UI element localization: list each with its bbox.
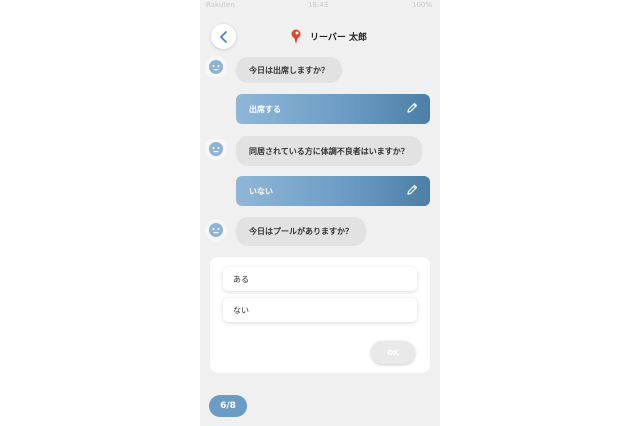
- answer-bubble-1[interactable]: 出席する: [236, 94, 430, 124]
- carrier-label: Rakuten: [206, 1, 235, 9]
- bot-avatar: [205, 138, 227, 160]
- answer-label-2: いない: [249, 186, 273, 196]
- question-bubble-3: 今日はプールがありますか？: [236, 217, 366, 246]
- answer-label-1: 出席する: [249, 104, 281, 114]
- question-bubble-1: 今日は出席しますか？: [236, 57, 342, 83]
- bot-avatar: [205, 219, 227, 241]
- bot-avatar: [205, 56, 227, 78]
- option-aru[interactable]: ある: [223, 267, 417, 291]
- progress-indicator: 6/8: [209, 395, 247, 417]
- header: リーバー 太郎: [200, 18, 440, 54]
- pencil-icon[interactable]: [406, 102, 418, 114]
- back-button[interactable]: [211, 24, 236, 49]
- chevron-left-icon: [219, 30, 227, 43]
- clock: 18:43: [308, 1, 329, 9]
- option-nai[interactable]: ない: [223, 298, 417, 322]
- status-bar: Rakuten 18:43 100%: [200, 0, 440, 12]
- page-title: リーバー 太郎: [310, 33, 368, 43]
- brand-logo-icon: [291, 29, 301, 44]
- answer-bubble-2[interactable]: いない: [236, 176, 430, 206]
- ok-button[interactable]: OK: [371, 341, 415, 364]
- robot-icon: [209, 142, 223, 156]
- question-bubble-2: 同居されている方に体調不良者はいますか？: [236, 136, 422, 166]
- pencil-icon[interactable]: [406, 184, 418, 196]
- answer-options-panel: ある ない OK: [210, 257, 430, 373]
- robot-icon: [209, 223, 223, 237]
- robot-icon: [209, 60, 223, 74]
- battery-level: 100%: [411, 1, 432, 9]
- phone-screen: Rakuten 18:43 100% リーバー 太郎 今日は出席しますか？ 出席…: [200, 0, 440, 426]
